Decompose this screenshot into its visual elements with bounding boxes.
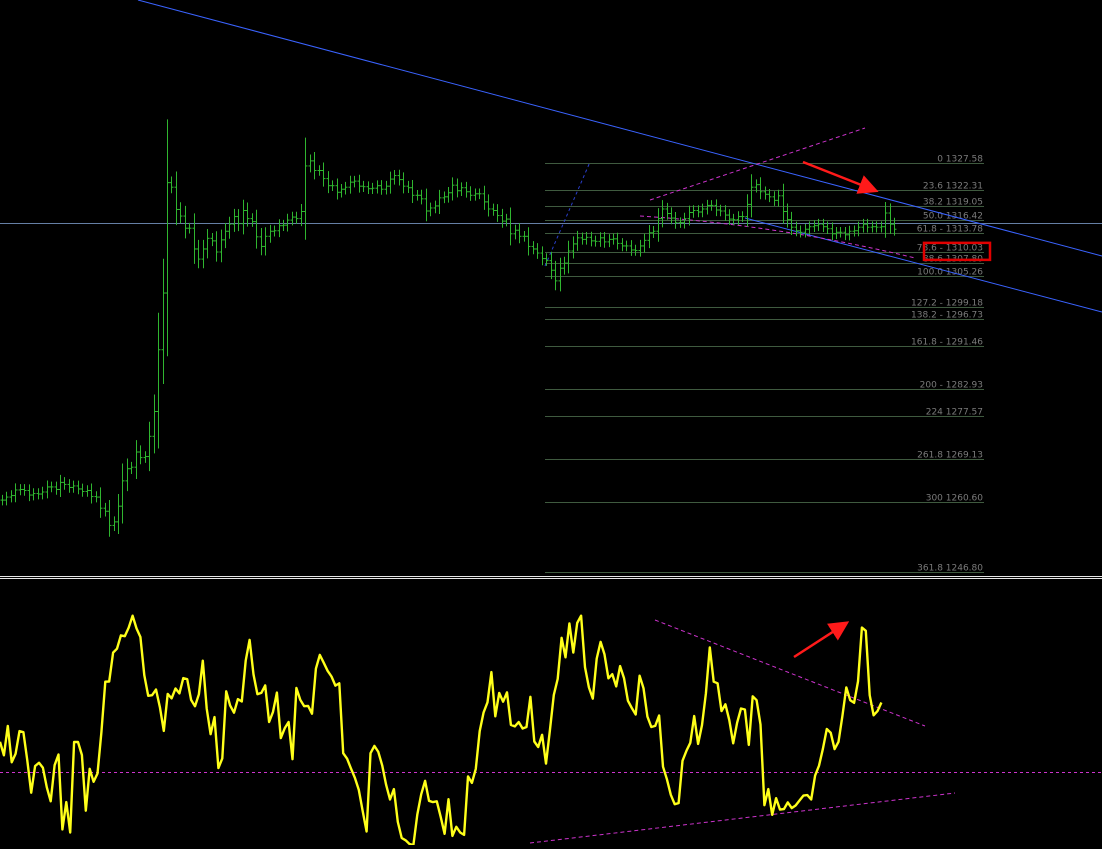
- fib-level-label: 361.8 1246.80: [917, 564, 983, 574]
- fib-level-label: 127.2 - 1299.18: [911, 299, 983, 309]
- fib-level-label: 224 1277.57: [926, 408, 983, 418]
- chart-root: 0 1327.5823.6 1322.3138.2 1319.0550.0 13…: [0, 0, 1102, 847]
- fib-level-label: 200 - 1282.93: [920, 381, 983, 391]
- fib-level-label: 61.8 - 1313.78: [917, 225, 983, 235]
- fib-level-label: 138.2 - 1296.73: [911, 311, 983, 321]
- fib-level-label: 78.6 - 1310.03: [917, 244, 983, 254]
- fib-level-label: 38.2 1319.05: [923, 198, 983, 208]
- fib-level-label: 161.8 - 1291.46: [911, 338, 983, 348]
- fib-level-label: 300 1260.60: [926, 494, 984, 504]
- fib-level-label: 0 1327.58: [937, 155, 983, 165]
- fib-level-label: 23.6 1322.31: [923, 182, 983, 192]
- fib-level-label: 261.8 1269.13: [917, 451, 983, 461]
- trading-chart: 0 1327.5823.6 1322.3138.2 1319.0550.0 13…: [0, 0, 1102, 847]
